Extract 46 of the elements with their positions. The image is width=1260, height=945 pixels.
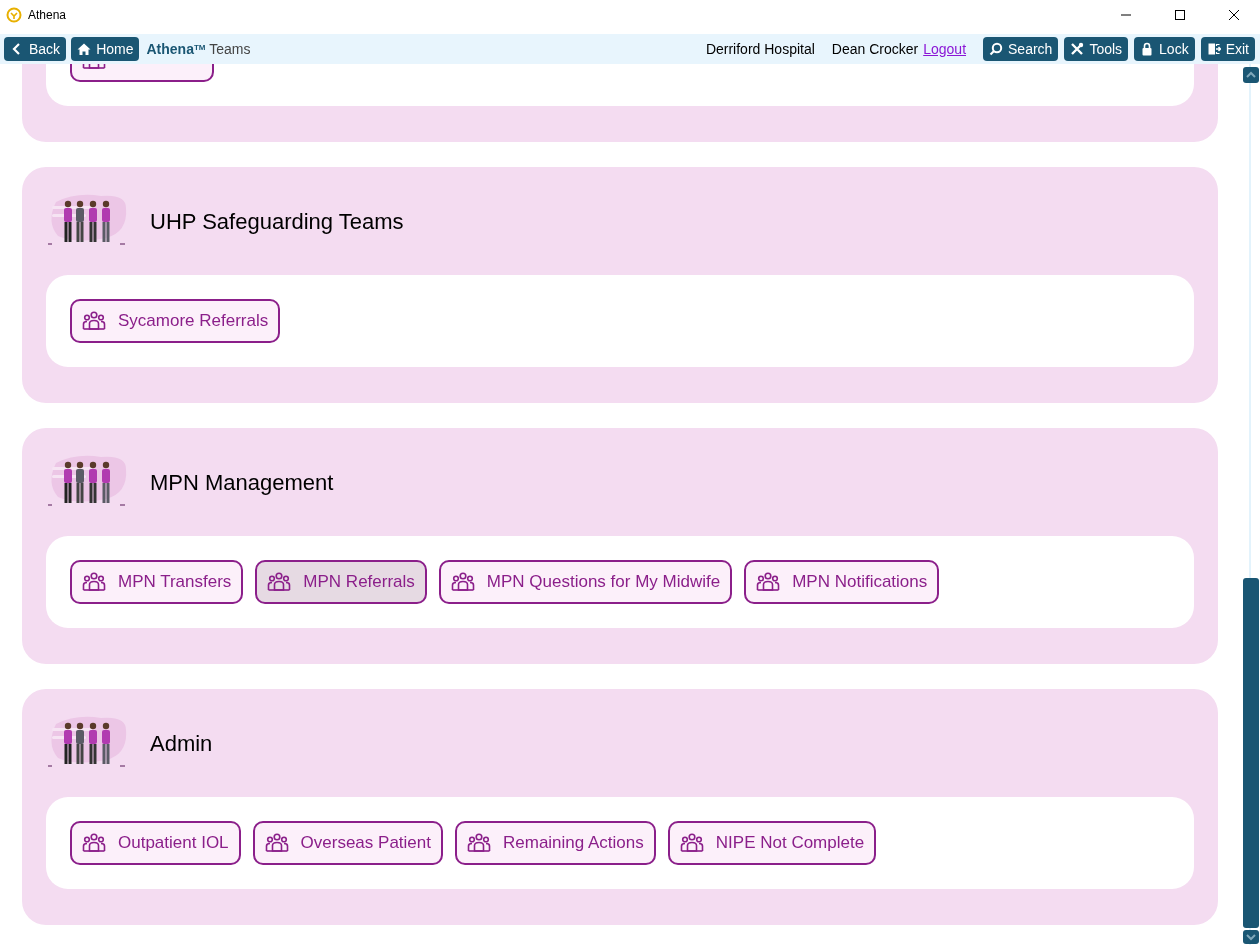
back-button[interactable]: Back (4, 37, 67, 61)
user-name: Dean Crocker (831, 39, 919, 59)
logout-link[interactable]: Logout (923, 38, 967, 60)
team-button[interactable]: Sycamore Referrals (70, 299, 281, 343)
team-button[interactable]: MPN Notifications (744, 560, 940, 604)
exit-icon (1206, 42, 1221, 56)
group-icon (450, 572, 475, 592)
group-icon (267, 572, 292, 592)
scroll-thumb[interactable] (1243, 578, 1259, 928)
team-button[interactable]: MPN Referrals (255, 560, 427, 604)
close-icon[interactable] (1228, 9, 1240, 21)
team-button[interactable]: NIPE Not Complete (667, 821, 877, 865)
team-button[interactable]: Outpatient IOL (70, 821, 241, 865)
scroll-up-button[interactable] (1243, 67, 1259, 83)
team-button[interactable]: Overseas Patient (252, 821, 443, 865)
home-icon (77, 42, 92, 56)
lock-button[interactable]: Lock (1134, 37, 1195, 61)
exit-button[interactable]: Exit (1200, 37, 1255, 61)
chevron-down-icon (1246, 933, 1256, 941)
search-icon (989, 42, 1004, 56)
section-title: Admin (150, 729, 213, 758)
window-title: Athena (28, 7, 67, 24)
maximize-icon[interactable] (1174, 9, 1186, 21)
scrollbar[interactable] (1240, 64, 1260, 945)
team-button[interactable]: MPN Questions for My Midwife (438, 560, 733, 604)
tools-button[interactable]: Tools (1064, 37, 1129, 61)
group-icon (679, 833, 704, 853)
page-title: Athena$^{TM}$ Teams (146, 39, 251, 59)
scroll-down-button[interactable] (1243, 930, 1259, 944)
section-title: UHP Safeguarding Teams (150, 207, 404, 236)
group-icon (82, 311, 106, 331)
section-title: MPN Management (150, 468, 334, 497)
tools-icon (1070, 42, 1085, 56)
group-icon (82, 572, 106, 592)
team-button[interactable]: Remaining Actions (455, 821, 656, 865)
group-icon (467, 833, 491, 853)
home-button[interactable]: Home (71, 37, 140, 61)
chevron-up-icon (1246, 71, 1256, 79)
hospital-name: Derriford Hospital (705, 39, 815, 59)
group-icon (82, 833, 106, 853)
team-button[interactable]: MPN Transfers (70, 560, 244, 604)
group-icon (756, 572, 781, 592)
lock-icon (1140, 42, 1155, 56)
group-icon (264, 833, 289, 853)
app-logo-icon (6, 7, 22, 23)
search-button[interactable]: Search (983, 37, 1059, 61)
